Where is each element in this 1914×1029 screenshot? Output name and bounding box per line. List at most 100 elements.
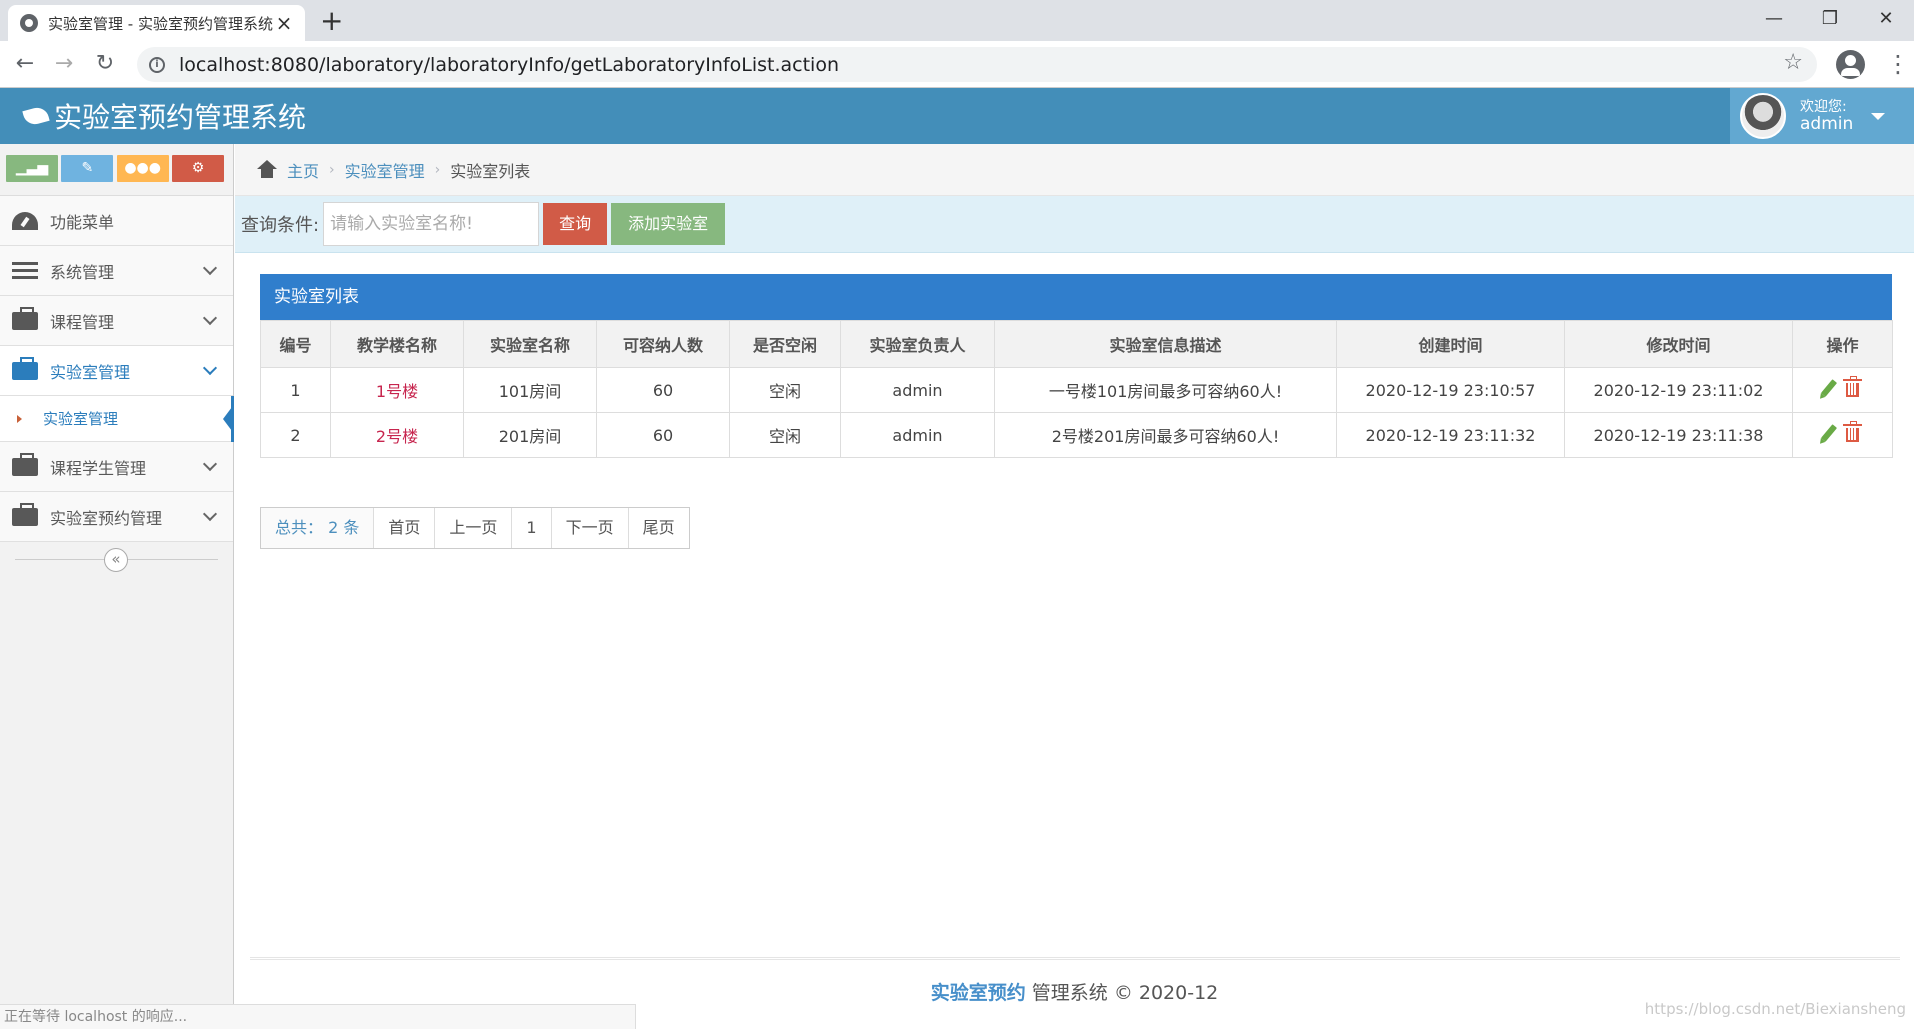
browser-menu-icon[interactable]: ⋮ bbox=[1886, 49, 1910, 79]
sidebar-item-label: 系统管理 bbox=[50, 262, 115, 282]
chevron-down-icon bbox=[202, 360, 218, 375]
edit-pencil-icon[interactable] bbox=[1820, 424, 1838, 442]
sidebar-item-laboratory[interactable]: 实验室管理 bbox=[0, 346, 233, 396]
column-header: 实验室名称 bbox=[463, 320, 597, 368]
back-icon[interactable]: ← bbox=[10, 49, 40, 79]
caret-right-icon bbox=[17, 415, 22, 423]
sidebar-item-function-menu[interactable]: 功能菜单 bbox=[0, 196, 233, 246]
browser-status-bubble: 正在等待 localhost 的响应... bbox=[0, 1004, 636, 1029]
sidebar-item-system[interactable]: 系统管理 bbox=[0, 246, 233, 296]
cell-modified: 2020-12-19 23:11:02 bbox=[1564, 367, 1793, 413]
pager-total: 总共： 2 条 bbox=[261, 508, 375, 548]
laboratory-table: 编号 教学楼名称 实验室名称 可容纳人数 是否空闲 实验室负责人 实验室信息描述… bbox=[260, 320, 1893, 458]
add-laboratory-button[interactable]: 添加实验室 bbox=[611, 203, 726, 245]
column-header: 教学楼名称 bbox=[330, 320, 464, 368]
column-header: 是否空闲 bbox=[729, 320, 841, 368]
footer-divider bbox=[250, 957, 1900, 960]
sidebar-item-label: 实验室预约管理 bbox=[50, 508, 163, 528]
sidebar-item-course[interactable]: 课程管理 bbox=[0, 296, 233, 346]
delete-trash-icon[interactable] bbox=[1843, 376, 1862, 397]
sidebar-item-label: 功能菜单 bbox=[50, 212, 115, 232]
collapse-sidebar-icon[interactable]: « bbox=[104, 548, 128, 572]
cell-actions bbox=[1792, 412, 1893, 458]
pager-page-1[interactable]: 1 bbox=[512, 508, 552, 548]
breadcrumb-laboratory-link[interactable]: 实验室管理 bbox=[345, 158, 425, 182]
column-header: 实验室信息描述 bbox=[994, 320, 1337, 368]
cell-description: 一号楼101房间最多可容纳60人! bbox=[994, 367, 1337, 413]
restore-icon[interactable]: ❐ bbox=[1802, 0, 1858, 38]
cell-id: 1 bbox=[260, 367, 331, 413]
footer-brand: 实验室预约 bbox=[930, 982, 1026, 1004]
cell-description: 2号楼201房间最多可容纳60人! bbox=[994, 412, 1337, 458]
shortcut-users-button[interactable]: ●●● bbox=[116, 155, 169, 182]
pager-next-button[interactable]: 下一页 bbox=[551, 508, 629, 548]
reload-icon[interactable]: ↻ bbox=[90, 49, 120, 79]
leaf-icon bbox=[22, 105, 50, 127]
user-menu[interactable]: 欢迎您: admin bbox=[1730, 88, 1914, 144]
minimize-icon[interactable]: — bbox=[1746, 0, 1802, 38]
column-header: 操作 bbox=[1792, 320, 1893, 368]
sidebar-subitem-laboratory[interactable]: 实验室管理 bbox=[0, 396, 234, 442]
chevron-down-icon bbox=[202, 310, 218, 325]
dashboard-icon bbox=[12, 211, 38, 230]
cell-capacity: 60 bbox=[596, 367, 730, 413]
sidebar-item-lab-booking[interactable]: 实验室预约管理 bbox=[0, 492, 233, 542]
search-button[interactable]: 查询 bbox=[543, 203, 608, 245]
cell-lab-name: 201房间 bbox=[463, 412, 597, 458]
tab-title: 实验室管理 - 实验室预约管理系统 bbox=[48, 14, 273, 33]
shortcut-signal-button[interactable]: ▁▃▅ bbox=[6, 155, 58, 182]
breadcrumb-separator: › bbox=[434, 161, 441, 178]
info-icon[interactable]: i bbox=[149, 56, 165, 73]
cell-idle: 空闲 bbox=[729, 367, 841, 413]
window-close-icon[interactable]: ✕ bbox=[1858, 0, 1914, 38]
brand-title: 实验室预约管理系统 bbox=[54, 101, 307, 134]
cell-manager: admin bbox=[840, 412, 995, 458]
footer-text: 管理系统 © 2020-12 bbox=[1025, 982, 1219, 1004]
breadcrumb-home-link[interactable]: 主页 bbox=[287, 158, 319, 182]
cell-building: 2号楼 bbox=[330, 412, 464, 458]
brand[interactable]: 实验室预约管理系统 bbox=[22, 88, 307, 144]
column-header: 可容纳人数 bbox=[596, 320, 730, 368]
users-icon: ●●● bbox=[124, 160, 161, 176]
globe-icon bbox=[20, 14, 38, 32]
account-icon[interactable] bbox=[1836, 50, 1865, 79]
breadcrumb: 主页 › 实验室管理 › 实验室列表 bbox=[235, 144, 1914, 196]
column-header: 实验室负责人 bbox=[840, 320, 995, 368]
browser-tab[interactable]: 实验室管理 - 实验室预约管理系统 × bbox=[8, 5, 305, 41]
sidebar-item-label: 课程学生管理 bbox=[50, 458, 147, 478]
briefcase-icon bbox=[12, 306, 38, 330]
sidebar-subitem-label: 实验室管理 bbox=[43, 410, 119, 428]
list-icon bbox=[12, 261, 38, 280]
sidebar-item-label: 实验室管理 bbox=[50, 362, 131, 382]
edit-pencil-icon[interactable] bbox=[1820, 379, 1838, 397]
new-tab-button[interactable]: + bbox=[320, 4, 343, 38]
cell-created: 2020-12-19 23:10:57 bbox=[1336, 367, 1565, 413]
bookmark-star-icon[interactable]: ☆ bbox=[1783, 50, 1803, 75]
table-row: 1 1号楼 101房间 60 空闲 admin 一号楼101房间最多可容纳60人… bbox=[260, 367, 1893, 413]
pencil-icon: ✎ bbox=[81, 160, 94, 176]
username: admin bbox=[1800, 114, 1854, 134]
briefcase-icon bbox=[12, 356, 38, 380]
query-bar: 查询条件: 查询 添加实验室 bbox=[235, 196, 1914, 253]
sidebar-item-course-students[interactable]: 课程学生管理 bbox=[0, 442, 233, 492]
pager-prev-button[interactable]: 上一页 bbox=[435, 508, 513, 548]
close-tab-icon[interactable]: × bbox=[275, 13, 293, 33]
shortcut-cogs-button[interactable]: ⚙ bbox=[171, 155, 224, 182]
lab-name-search-input[interactable] bbox=[323, 202, 540, 246]
pager-first-button[interactable]: 首页 bbox=[374, 508, 436, 548]
cell-modified: 2020-12-19 23:11:38 bbox=[1564, 412, 1793, 458]
column-header: 编号 bbox=[260, 320, 331, 368]
watermark: https://blog.csdn.net/Biexiansheng bbox=[1644, 1000, 1906, 1018]
chevron-down-icon bbox=[202, 456, 218, 471]
pager-last-button[interactable]: 尾页 bbox=[628, 508, 689, 548]
delete-trash-icon[interactable] bbox=[1843, 421, 1862, 442]
breadcrumb-separator: › bbox=[329, 161, 335, 178]
cell-lab-name: 101房间 bbox=[463, 367, 597, 413]
shortcut-pencil-button[interactable]: ✎ bbox=[61, 155, 114, 182]
sidebar-item-label: 课程管理 bbox=[50, 312, 115, 332]
column-header: 创建时间 bbox=[1336, 320, 1565, 368]
home-icon bbox=[257, 159, 277, 178]
url-field[interactable]: i localhost:8080/laboratory/laboratoryIn… bbox=[137, 47, 1817, 82]
caret-down-icon bbox=[1871, 112, 1886, 120]
forward-icon[interactable]: → bbox=[49, 49, 79, 79]
